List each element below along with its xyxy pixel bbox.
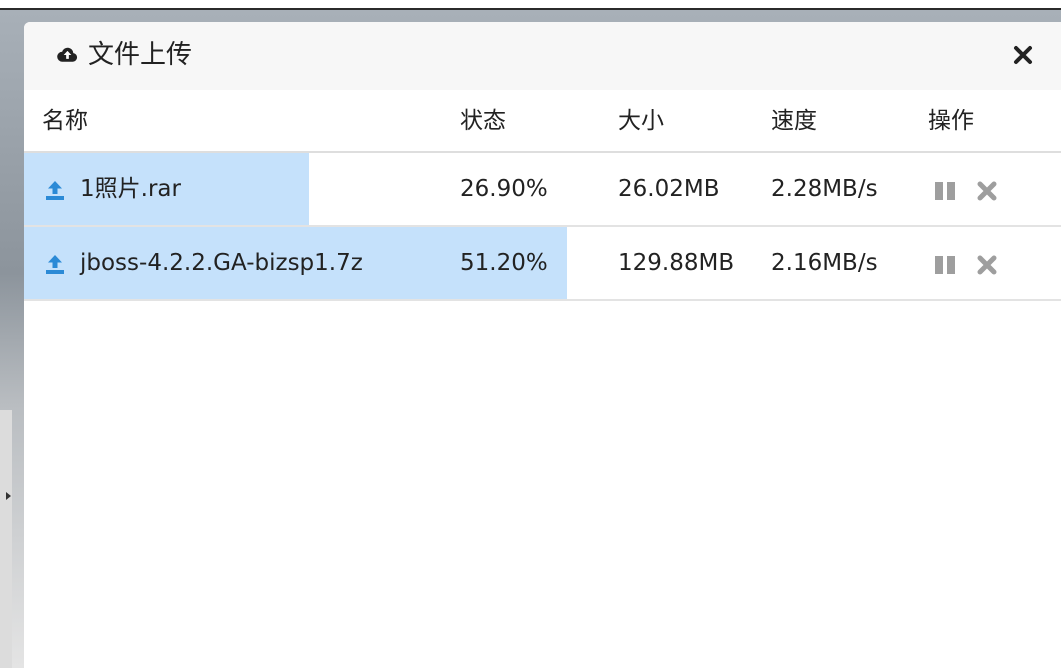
close-icon bbox=[977, 255, 997, 275]
close-icon bbox=[977, 181, 997, 201]
file-upload-dialog: 文件上传 名称 状态 大小 速度 操作 1照片.rar 26.90% 26.02… bbox=[24, 22, 1061, 668]
dialog-header: 文件上传 bbox=[24, 22, 1061, 90]
upload-speed: 2.16MB/s bbox=[771, 250, 878, 276]
background-panel-edge bbox=[0, 410, 12, 668]
column-header-size[interactable]: 大小 bbox=[618, 106, 664, 136]
file-name: 1照片.rar bbox=[80, 176, 181, 202]
upload-status: 51.20% bbox=[460, 250, 548, 276]
upload-speed: 2.28MB/s bbox=[771, 176, 878, 202]
close-icon bbox=[1014, 46, 1032, 64]
column-header-actions: 操作 bbox=[928, 108, 974, 134]
table-row[interactable]: 1照片.rar 26.90% 26.02MB 2.28MB/s bbox=[24, 153, 1061, 227]
column-header-status[interactable]: 状态 bbox=[460, 106, 506, 136]
column-header-name[interactable]: 名称 bbox=[42, 106, 88, 136]
upload-status: 26.90% bbox=[460, 176, 548, 202]
file-size: 26.02MB bbox=[618, 176, 720, 202]
cancel-upload-button[interactable] bbox=[976, 254, 998, 276]
close-button[interactable] bbox=[1008, 40, 1038, 70]
table-row[interactable]: jboss-4.2.2.GA-bizsp1.7z 51.20% 129.88MB… bbox=[24, 227, 1061, 301]
upload-icon bbox=[46, 181, 64, 200]
cloud-upload-icon bbox=[57, 47, 78, 62]
column-header-speed[interactable]: 速度 bbox=[771, 106, 817, 136]
pause-icon bbox=[935, 182, 955, 200]
caret-right-icon bbox=[6, 492, 11, 500]
dialog-title: 文件上传 bbox=[88, 40, 193, 70]
pause-button[interactable] bbox=[934, 181, 956, 201]
cancel-upload-button[interactable] bbox=[976, 180, 998, 202]
pause-icon bbox=[935, 256, 955, 274]
pause-button[interactable] bbox=[934, 255, 956, 275]
file-size: 129.88MB bbox=[618, 250, 735, 276]
upload-icon bbox=[46, 255, 64, 274]
file-name: jboss-4.2.2.GA-bizsp1.7z bbox=[80, 250, 363, 276]
row-divider bbox=[24, 299, 1061, 301]
